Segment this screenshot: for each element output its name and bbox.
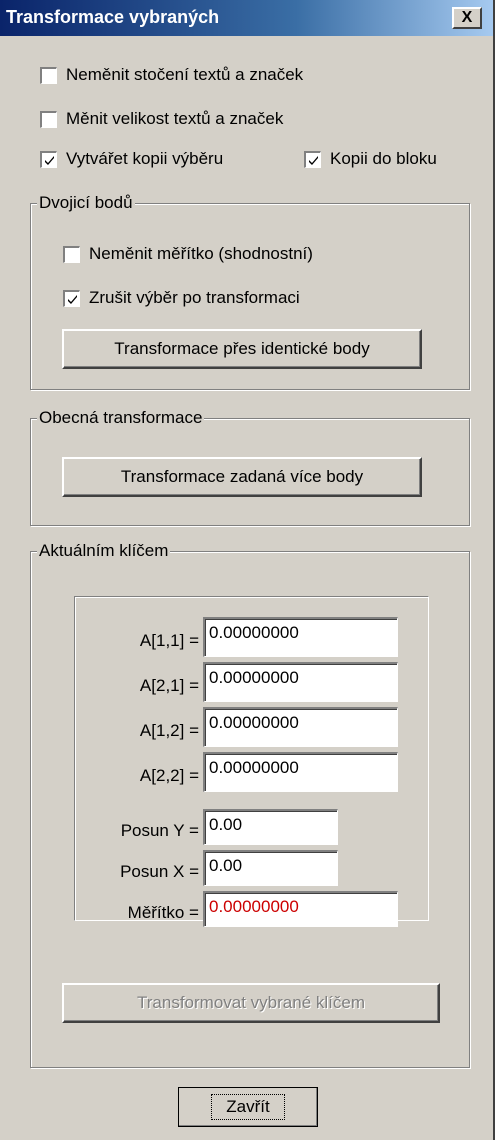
general-transform-group: Obecná transformace Transformace zadaná … xyxy=(30,408,470,526)
checkbox-box[interactable] xyxy=(40,110,57,128)
keep-rotation-label: Neměnit stočení textů a značek xyxy=(66,65,304,84)
close-icon[interactable]: X xyxy=(452,7,482,29)
current-key-group: Aktuálním klíčem A[1,1] = 0.00000000 A[2… xyxy=(30,541,470,1068)
key-fields-frame: A[1,1] = 0.00000000 A[2,1] = 0.00000000 … xyxy=(74,596,429,927)
a22-label: A[2,2] = xyxy=(139,766,199,785)
create-copy-label: Vytvářet kopii výběru xyxy=(66,149,224,168)
checkmark-icon[interactable] xyxy=(63,289,80,307)
a12-field[interactable]: 0.00000000 xyxy=(203,707,398,747)
keep-scale-checkbox[interactable]: Neměnit měřítko (shodnostní) xyxy=(63,244,313,264)
transform-by-key-button[interactable]: Transformovat vybrané klíčem xyxy=(62,983,440,1023)
clear-selection-checkbox[interactable]: Zrušit výběr po transformaci xyxy=(63,288,300,308)
key-group-title: Aktuálním klíčem xyxy=(37,541,171,561)
pair-points-group: Dvojicí bodů Neměnit měřítko (shodnostní… xyxy=(30,193,470,390)
transform-identical-points-button[interactable]: Transformace přes identické body xyxy=(62,329,422,369)
transform-multiple-label: Transformace zadaná více body xyxy=(120,467,364,486)
checkmark-icon[interactable] xyxy=(40,150,57,168)
transform-by-key-label: Transformovat vybrané klíčem xyxy=(137,993,365,1012)
create-copy-checkbox[interactable]: Vytvářet kopii výběru xyxy=(40,149,223,169)
pair-group-title: Dvojicí bodů xyxy=(37,193,135,213)
a21-label: A[2,1] = xyxy=(139,676,199,695)
a12-label: A[1,2] = xyxy=(139,721,199,740)
scale-field[interactable]: 0.00000000 xyxy=(203,891,398,927)
copy-to-block-label: Kopii do bloku xyxy=(330,149,437,168)
shift-y-label: Posun Y = xyxy=(120,821,199,840)
transform-dialog: Transformace vybraných X Neměnit stočení… xyxy=(0,0,495,1140)
close-button[interactable]: Zavřít xyxy=(178,1087,318,1127)
close-button-label: Zavřít xyxy=(211,1094,285,1120)
general-group-title: Obecná transformace xyxy=(37,408,205,428)
a22-field[interactable]: 0.00000000 xyxy=(203,752,398,792)
clear-selection-label: Zrušit výběr po transformaci xyxy=(89,288,300,307)
change-size-label: Měnit velikost textů a značek xyxy=(66,109,284,128)
copy-to-block-checkbox[interactable]: Kopii do bloku xyxy=(304,149,437,169)
transform-identical-label: Transformace přes identické body xyxy=(114,339,370,358)
checkbox-box[interactable] xyxy=(63,245,80,263)
keep-rotation-checkbox[interactable]: Neměnit stočení textů a značek xyxy=(40,65,303,85)
change-size-checkbox[interactable]: Měnit velikost textů a značek xyxy=(40,109,283,129)
keep-scale-label: Neměnit měřítko (shodnostní) xyxy=(89,244,313,263)
close-glyph: X xyxy=(461,9,473,26)
checkmark-icon[interactable] xyxy=(304,150,321,168)
window-title: Transformace vybraných xyxy=(6,7,220,27)
a11-label: A[1,1] = xyxy=(139,631,199,650)
checkbox-box[interactable] xyxy=(40,66,57,84)
shift-y-field[interactable]: 0.00 xyxy=(203,809,338,845)
shift-x-field[interactable]: 0.00 xyxy=(203,850,338,886)
transform-multiple-points-button[interactable]: Transformace zadaná více body xyxy=(62,457,422,497)
a11-field[interactable]: 0.00000000 xyxy=(203,617,398,657)
shift-x-label: Posun X = xyxy=(120,862,199,881)
scale-label: Měřítko = xyxy=(127,903,199,922)
title-bar[interactable]: Transformace vybraných X xyxy=(0,0,493,36)
a21-field[interactable]: 0.00000000 xyxy=(203,662,398,702)
